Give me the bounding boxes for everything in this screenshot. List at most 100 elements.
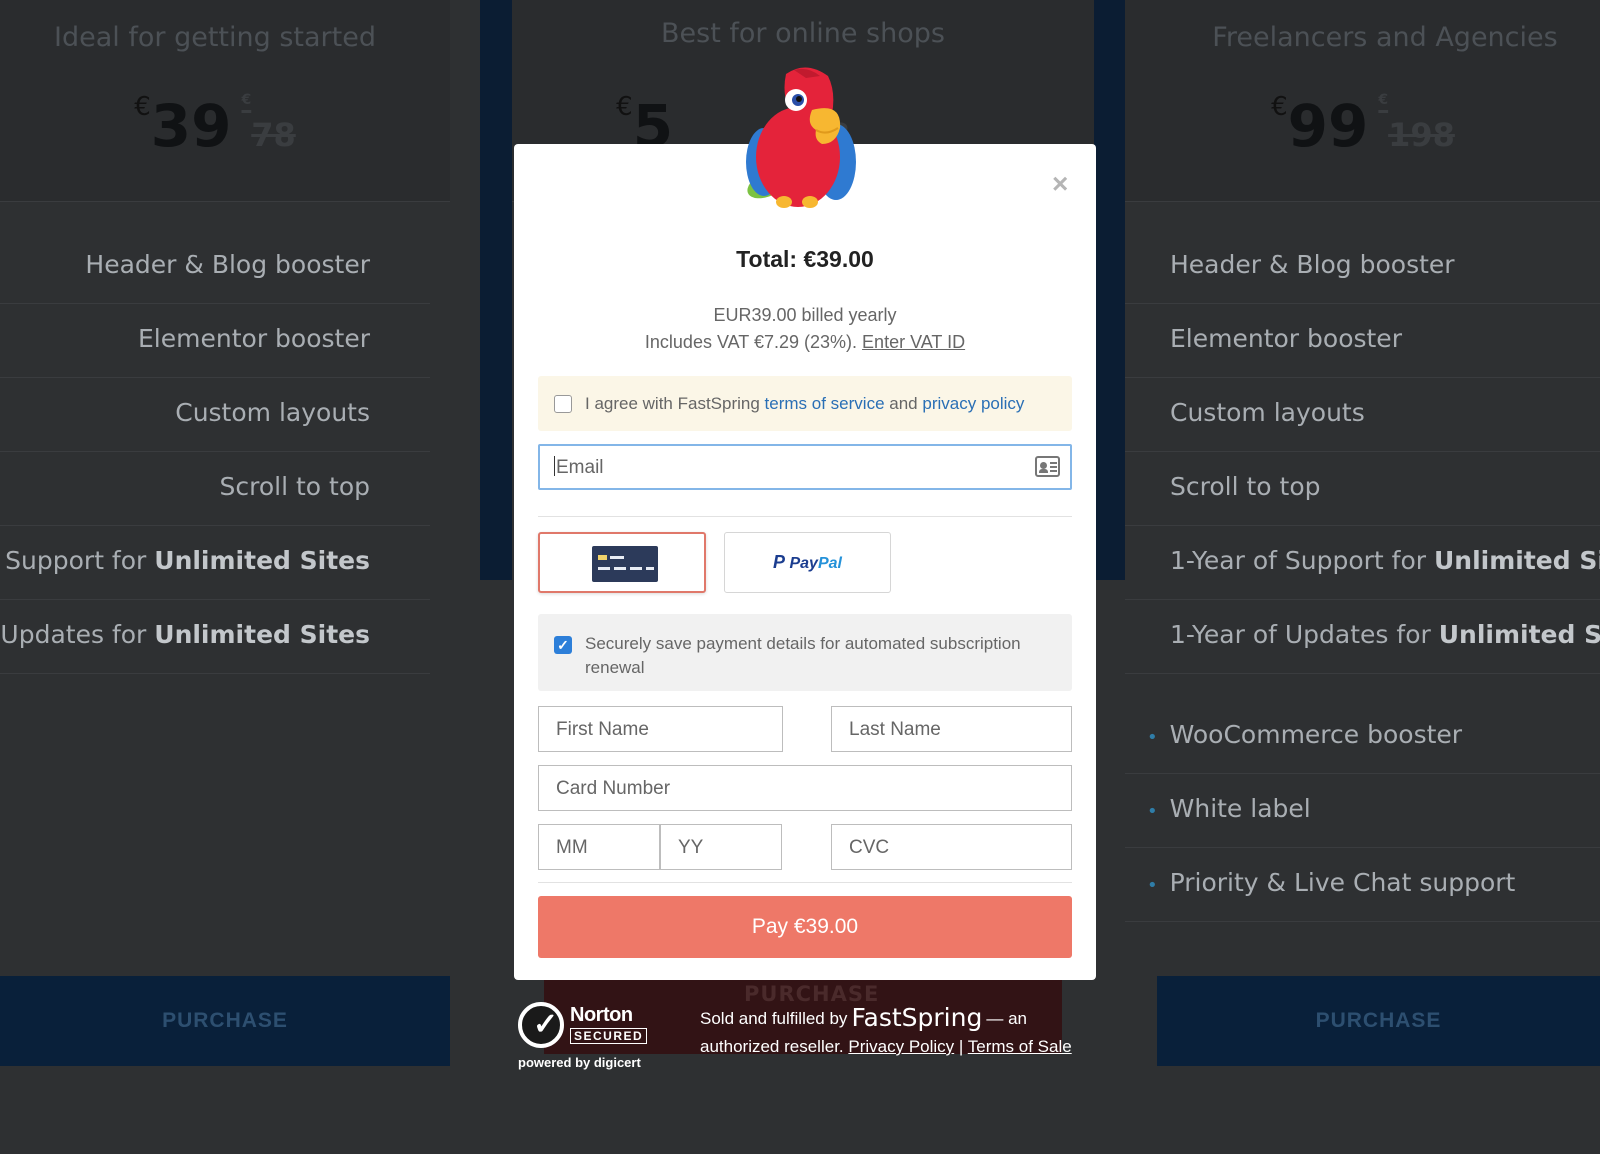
feature-text: Elementor booster <box>138 324 370 353</box>
card-number-field[interactable]: Card Number <box>538 765 1072 811</box>
credit-card-icon <box>592 546 658 582</box>
feature-item: • Priority & Live Chat support <box>1125 848 1600 922</box>
price-value: 99 <box>1287 92 1369 160</box>
old-currency-symbol: € <box>241 92 252 108</box>
norton-check-icon: ✓ <box>518 1002 564 1048</box>
expiry-year-field[interactable]: YY <box>660 824 782 870</box>
feature-text: Priority & Live Chat support <box>1169 868 1516 897</box>
norton-wordmark: Norton <box>570 1004 633 1026</box>
plan-price: €39 €78 <box>0 92 450 160</box>
feature-item: Elementor booster <box>0 304 430 378</box>
feature-item: • WooCommerce booster <box>1125 700 1600 774</box>
feature-item: 1-Year of Support for Unlimited Sites <box>0 526 430 600</box>
bullet-icon: • <box>1147 801 1158 822</box>
enter-vat-id-link[interactable]: Enter VAT ID <box>862 332 965 352</box>
norton-secured-badge[interactable]: ✓ Norton SECURED powered by digicert <box>518 1000 652 1070</box>
feature-item: Elementor booster <box>1125 304 1600 378</box>
bullet-icon: • <box>1147 875 1158 896</box>
agree-prefix: I agree with FastSpring <box>585 394 760 413</box>
email-field[interactable]: Email <box>538 444 1072 490</box>
purchase-button-agency[interactable]: PURCHASE <box>1157 976 1600 1066</box>
parrot-logo-icon <box>746 67 856 208</box>
feature-text: Header & Blog booster <box>1170 250 1455 279</box>
feature-item: Header & Blog booster <box>0 230 430 304</box>
sold-by-label: Sold and fulfilled by <box>700 1009 848 1028</box>
privacy-policy-link[interactable]: privacy policy <box>922 394 1024 413</box>
pay-button[interactable]: Pay €39.00 <box>538 896 1072 958</box>
feature-highlight: Unlimited Site <box>1438 620 1600 649</box>
feature-item: Scroll to top <box>0 452 430 526</box>
feature-item: Custom layouts <box>1125 378 1600 452</box>
plan-header: Ideal for getting started €39 €78 <box>0 0 450 202</box>
save-details-checkbox[interactable]: ✓ <box>554 636 572 654</box>
feature-text: 1-Year of Support for <box>1170 546 1434 575</box>
feature-text: 1-Year of Support for <box>0 546 147 575</box>
feature-text: White label <box>1169 794 1311 823</box>
plan-subtitle: Best for online shops <box>661 18 945 49</box>
terms-agreement: I agree with FastSpring terms of service… <box>538 376 1072 431</box>
order-total: Total: €39.00 <box>736 246 874 272</box>
feature-item: Custom layouts <box>0 378 430 452</box>
last-name-field[interactable]: Last Name <box>831 706 1072 752</box>
cvc-field[interactable]: CVC <box>831 824 1072 870</box>
billed-line: EUR39.00 billed yearly <box>713 305 897 325</box>
divider <box>538 882 1072 883</box>
currency-symbol: € <box>134 92 151 122</box>
contact-card-icon <box>1035 456 1060 477</box>
fastspring-logo: FastSpring <box>851 1003 983 1032</box>
feature-highlight: Unlimited Site <box>1433 546 1600 575</box>
currency-symbol: € <box>616 92 633 122</box>
feature-text: 1-Year of Updates for <box>0 620 147 649</box>
feature-item: • White label <box>1125 774 1600 848</box>
paypal-pay-label: Pay <box>789 555 818 572</box>
old-price: 78 <box>251 116 296 154</box>
reseller-label: authorized reseller. <box>700 1037 844 1056</box>
feature-text: Header & Blog booster <box>85 250 370 279</box>
old-price: 198 <box>1388 116 1455 154</box>
email-placeholder: Email <box>556 457 604 478</box>
payment-method-card[interactable] <box>538 532 706 593</box>
plan-price: €99 €198 <box>1113 92 1600 160</box>
purchase-button-starter[interactable]: PURCHASE <box>0 976 450 1066</box>
feature-text: Scroll to top <box>219 472 371 501</box>
terms-of-sale-link[interactable]: Terms of Sale <box>968 1037 1072 1056</box>
save-details-label: Securely save payment details for automa… <box>585 634 1021 677</box>
link-separator: | <box>958 1037 964 1056</box>
agree-checkbox[interactable] <box>554 395 572 413</box>
vat-line: Includes VAT €7.29 (23%). <box>644 332 858 352</box>
feature-highlight: Unlimited Sites <box>154 546 370 575</box>
feature-item: 1-Year of Updates for Unlimited Site <box>1125 600 1600 674</box>
close-icon[interactable]: × <box>1052 170 1068 198</box>
feature-text: WooCommerce booster <box>1169 720 1463 749</box>
price-value: 39 <box>150 92 232 160</box>
expiry-month-field[interactable]: MM <box>538 824 660 870</box>
feature-text: Custom layouts <box>175 398 370 427</box>
feature-item: 1-Year of Updates for Unlimited Sites <box>0 600 430 674</box>
norton-powered-by: powered by digicert <box>518 1055 641 1070</box>
plan-subtitle: Ideal for getting started <box>54 22 376 53</box>
first-name-field[interactable]: First Name <box>538 706 783 752</box>
old-currency-symbol: € <box>1378 92 1389 108</box>
feature-text: Elementor booster <box>1170 324 1402 353</box>
feature-item: 1-Year of Support for Unlimited Site <box>1125 526 1600 600</box>
billing-summary: EUR39.00 billed yearly Includes VAT €7.2… <box>514 302 1096 356</box>
feature-item: Scroll to top <box>1125 452 1600 526</box>
feature-text: 1-Year of Updates for <box>1170 620 1439 649</box>
privacy-policy-footer-link[interactable]: Privacy Policy <box>848 1037 954 1056</box>
norton-secured-label: SECURED <box>570 1028 648 1044</box>
feature-item: Header & Blog booster <box>1125 230 1600 304</box>
currency-symbol: € <box>1271 92 1288 122</box>
bullet-icon: • <box>1147 727 1158 748</box>
plan-subtitle: Freelancers and Agencies <box>1212 22 1558 53</box>
divider <box>538 516 1072 517</box>
payment-method-paypal[interactable]: P PayPal <box>724 532 891 593</box>
feature-highlight: Unlimited Sites <box>154 620 370 649</box>
feature-text: Scroll to top <box>1170 472 1321 501</box>
reseller-notice: Sold and fulfilled by FastSpring — an auth… <box>700 1004 1100 1061</box>
terms-of-service-link[interactable]: terms of service <box>765 394 885 413</box>
text-caret <box>554 456 555 476</box>
plan-header: Freelancers and Agencies €99 €198 <box>1125 0 1600 202</box>
save-payment-details: ✓ Securely save payment details for auto… <box>538 614 1072 691</box>
feature-text: Custom layouts <box>1170 398 1365 427</box>
paypal-pal-label: Pal <box>817 555 842 572</box>
